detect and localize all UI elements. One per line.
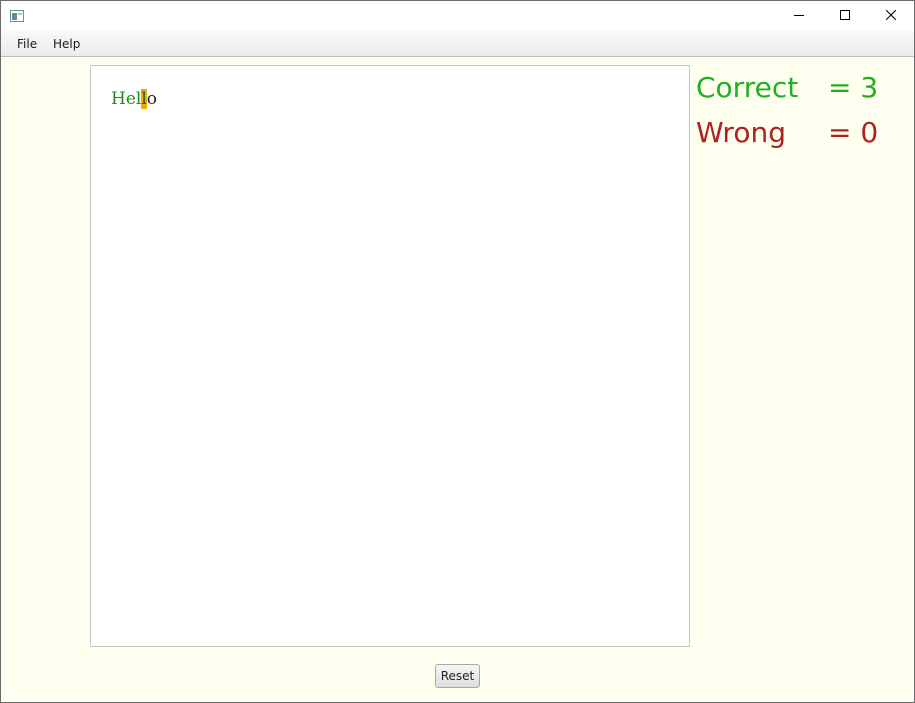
- title-bar: [1, 1, 914, 31]
- minimize-icon: [794, 7, 804, 25]
- typed-text: Hel: [111, 89, 142, 109]
- correct-value: = 3: [828, 71, 879, 104]
- app-window: File Help Hello Correct = 3 Wrong = 0 Rese…: [0, 0, 915, 703]
- remaining-text: o: [146, 89, 158, 109]
- menu-file[interactable]: File: [17, 37, 37, 51]
- minimize-button[interactable]: [776, 1, 822, 31]
- wrong-label: Wrong: [696, 116, 786, 149]
- correct-label: Correct: [696, 71, 799, 104]
- wrong-value: = 0: [828, 116, 879, 149]
- reset-button[interactable]: Reset: [435, 664, 480, 688]
- maximize-button[interactable]: [822, 1, 868, 31]
- close-icon: [885, 7, 897, 25]
- app-window-icon: [10, 9, 24, 22]
- wrong-score: Wrong = 0: [696, 115, 878, 151]
- maximize-icon: [840, 7, 850, 25]
- menu-help[interactable]: Help: [53, 37, 80, 51]
- menu-bar: File Help: [1, 31, 914, 57]
- typing-area[interactable]: Hello: [90, 65, 690, 647]
- correct-score: Correct = 3: [696, 70, 878, 106]
- close-button[interactable]: [868, 1, 914, 31]
- typing-text: Hello: [111, 87, 157, 111]
